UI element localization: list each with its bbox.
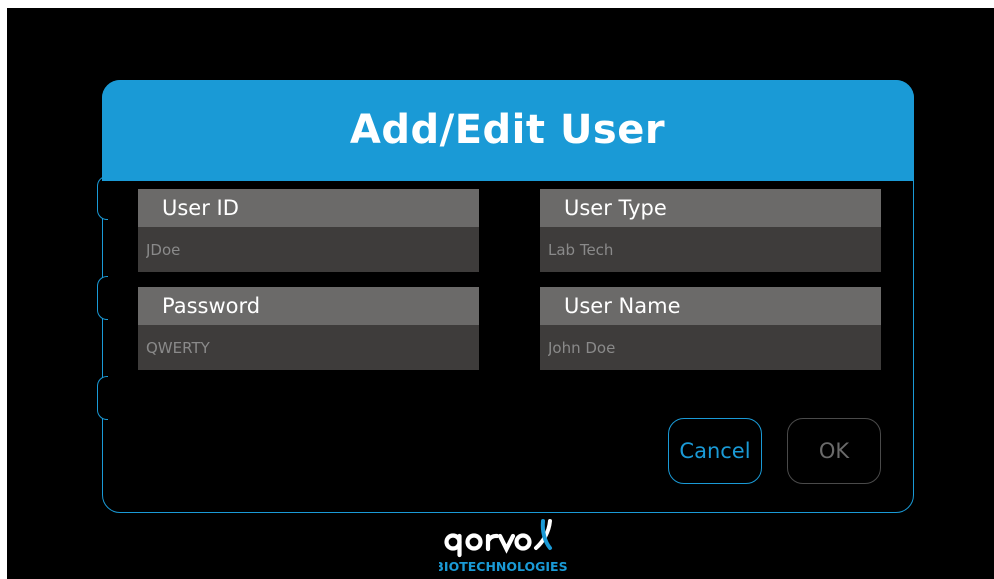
password-field: Password: [138, 287, 479, 370]
user-type-label: User Type: [540, 189, 881, 227]
device-screen: Add/Edit User User ID User Type Password…: [7, 8, 994, 579]
user-type-input[interactable]: [540, 227, 881, 272]
ok-button[interactable]: OK: [787, 418, 881, 484]
user-id-label: User ID: [138, 189, 479, 227]
dialog-title-bar: Add/Edit User: [101, 79, 914, 181]
password-label: Password: [138, 287, 479, 325]
dialog-side-tab: [97, 276, 108, 320]
dialog-side-tab: [97, 376, 108, 420]
user-id-input[interactable]: [138, 227, 479, 272]
cancel-button[interactable]: Cancel: [668, 418, 762, 484]
dialog-side-tab: [97, 176, 108, 220]
user-name-label: User Name: [540, 287, 881, 325]
add-edit-user-dialog: Add/Edit User User ID User Type Password…: [97, 79, 914, 513]
user-name-input[interactable]: [540, 325, 881, 370]
qorvo-biotechnologies-logo: BIOTECHNOLOGIES: [439, 519, 568, 574]
password-input[interactable]: [138, 325, 479, 370]
user-name-field: User Name: [540, 287, 881, 370]
user-type-field: User Type: [540, 189, 881, 272]
user-id-field: User ID: [138, 189, 479, 272]
logo-subtitle: BIOTECHNOLOGIES: [439, 559, 568, 574]
dialog-title: Add/Edit User: [349, 107, 666, 153]
